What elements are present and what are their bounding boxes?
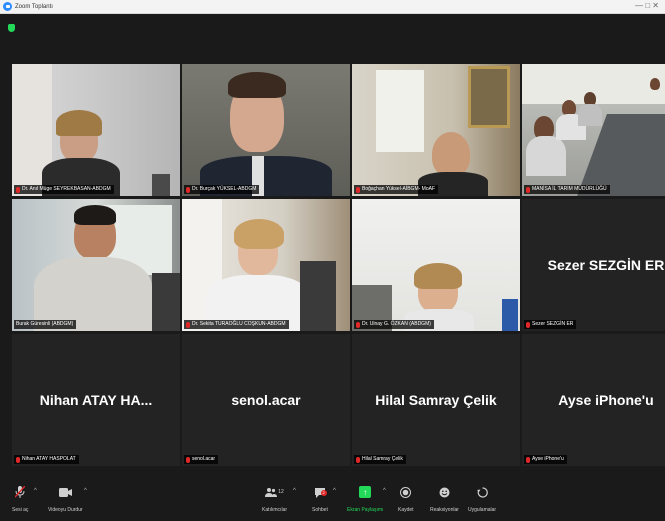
mic-muted-icon <box>186 321 190 328</box>
audio-options-caret-icon[interactable]: ^ <box>34 488 37 494</box>
participant-display-name: Sezer SEZGİN ER <box>547 257 665 273</box>
mic-muted-icon <box>356 321 360 328</box>
chat-bubble-icon: 2 <box>313 486 327 498</box>
participants-button[interactable]: 12 Katılımcılar <box>262 486 287 513</box>
participant-name: MANİSA İL TARIM MÜDÜRLÜĞÜ <box>532 186 607 192</box>
zoom-app-icon <box>3 2 12 11</box>
participant-name-tag: Hilal Samray Çelik <box>354 455 406 464</box>
participant-name: Dr. Burçak YÜKSEL-ABDGM <box>192 186 257 192</box>
chat-options-caret-icon[interactable]: ^ <box>333 488 336 494</box>
participant-name: Hilal Samray Çelik <box>362 456 403 462</box>
participant-gallery: Dr. Anıl Müge SEYREKBASAN-ABDGM Dr. Burç… <box>12 64 665 468</box>
participant-name: Burak Güresinli (ABDGM) <box>16 321 74 327</box>
participant-name: Dr. Sekita TURAOĞLU COŞKUN-ABDGM <box>192 321 286 327</box>
participant-name: Boğaçhan Yüksel-AİBGM- MoAF <box>362 186 435 192</box>
participant-name-tag: Dr. Ulnay G. ÖZKAN (ABDGM) <box>354 320 434 329</box>
apps-icon <box>475 486 489 498</box>
share-screen-icon-wrap: ↑ <box>358 486 372 498</box>
participant-tile[interactable]: Ayse iPhone'u Ayse iPhone'u <box>522 334 665 466</box>
record-button[interactable]: Kaydet <box>398 486 414 513</box>
share-screen-icon: ↑ <box>359 486 372 498</box>
participant-name-tag: Boğaçhan Yüksel-AİBGM- MoAF <box>354 185 438 194</box>
participant-name: Sezer SEZGİN ER <box>532 321 574 327</box>
mic-muted-icon <box>526 186 530 193</box>
share-screen-button[interactable]: ↑ Ekran Paylaşımı <box>347 486 383 513</box>
participant-tile[interactable]: Dr. Ulnay G. ÖZKAN (ABDGM) <box>352 199 520 331</box>
mic-muted-icon <box>526 456 530 463</box>
apps-label: Uygulamalar <box>468 507 497 513</box>
chat-unread-badge: 2 <box>320 490 327 496</box>
unmute-button[interactable]: Sesi aç <box>12 486 28 513</box>
apps-button[interactable]: Uygulamalar <box>468 486 496 513</box>
window-controls[interactable]: — □ ✕ <box>635 1 659 11</box>
participant-tile[interactable]: MANİSA İL TARIM MÜDÜRLÜĞÜ <box>522 64 665 196</box>
meeting-topbar <box>0 14 665 64</box>
participant-tile[interactable]: Dr. Sekita TURAOĞLU COŞKUN-ABDGM <box>182 199 350 331</box>
stop-video-button[interactable]: Videoyu Durdur <box>48 486 83 513</box>
participants-count: 12 <box>278 489 284 495</box>
participant-tile[interactable]: senol.acar senol.acar <box>182 334 350 466</box>
participant-name-tag: Dr. Sekita TURAOĞLU COŞKUN-ABDGM <box>184 320 289 329</box>
participant-name: Nihan ATAY HASPOLAT <box>22 456 76 462</box>
mic-muted-icon <box>16 456 20 463</box>
video-options-caret-icon[interactable]: ^ <box>84 488 87 494</box>
participant-display-name: Nihan ATAY HA... <box>39 392 153 408</box>
participant-name-tag: senol.acar <box>184 455 219 464</box>
participant-display-name: senol.acar <box>231 392 301 408</box>
participant-name: Ayse iPhone'u <box>532 456 564 462</box>
mic-muted-icon <box>356 186 360 193</box>
participant-name-tag: Burak Güresinli (ABDGM) <box>14 320 77 329</box>
participant-name: Dr. Anıl Müge SEYREKBASAN-ABDGM <box>22 186 111 192</box>
participants-label: Katılımcılar <box>262 507 288 513</box>
video-camera-icon <box>58 486 72 498</box>
window-title: Zoom Toplantı <box>15 3 53 10</box>
participants-icon: 12 <box>264 486 286 498</box>
meeting-toolbar: Sesi aç ^ Videoyu Durdur ^ 12 Katılımcıl… <box>0 480 665 521</box>
unmute-label: Sesi aç <box>12 507 29 513</box>
participant-tile[interactable]: Sezer SEZGİN ER Sezer SEZGİN ER <box>522 199 665 331</box>
participant-display-name: Ayse iPhone'u <box>558 392 654 408</box>
mic-muted-icon <box>13 486 27 498</box>
participant-tile[interactable]: Nihan ATAY HA... Nihan ATAY HASPOLAT <box>12 334 180 466</box>
participant-name-tag: Sezer SEZGİN ER <box>524 320 577 329</box>
record-icon <box>399 486 413 498</box>
chat-label: Sohbet <box>312 507 328 513</box>
participant-display-name: Hilal Samray Çelik <box>375 392 497 408</box>
participant-name-tag: Dr. Burçak YÜKSEL-ABDGM <box>184 185 260 194</box>
participant-name-tag: Nihan ATAY HASPOLAT <box>14 455 79 464</box>
share-options-caret-icon[interactable]: ^ <box>383 488 386 494</box>
chat-button[interactable]: 2 Sohbet <box>312 486 328 513</box>
participant-tile[interactable]: Burak Güresinli (ABDGM) <box>12 199 180 331</box>
record-label: Kaydet <box>398 507 414 513</box>
participant-tile[interactable]: Dr. Anıl Müge SEYREKBASAN-ABDGM <box>12 64 180 196</box>
participant-name-tag: Dr. Anıl Müge SEYREKBASAN-ABDGM <box>14 185 114 194</box>
reactions-smiley-icon <box>437 486 451 498</box>
participant-name-tag: MANİSA İL TARIM MÜDÜRLÜĞÜ <box>524 185 610 194</box>
reactions-label: Reaksiyonlar <box>430 507 459 513</box>
share-screen-label: Ekran Paylaşımı <box>347 507 384 513</box>
participant-name: senol.acar <box>192 456 216 462</box>
mic-muted-icon <box>526 321 530 328</box>
mic-muted-icon <box>356 456 360 463</box>
mic-muted-icon <box>186 456 190 463</box>
participant-tile[interactable]: Dr. Burçak YÜKSEL-ABDGM <box>182 64 350 196</box>
window-titlebar: Zoom Toplantı — □ ✕ <box>0 0 665 14</box>
mic-muted-icon <box>16 186 20 193</box>
participant-name: Dr. Ulnay G. ÖZKAN (ABDGM) <box>362 321 431 327</box>
participant-name-tag: Ayse iPhone'u <box>524 455 567 464</box>
mic-muted-icon <box>186 186 190 193</box>
participant-tile[interactable]: Boğaçhan Yüksel-AİBGM- MoAF <box>352 64 520 196</box>
participant-tile[interactable]: Hilal Samray Çelik Hilal Samray Çelik <box>352 334 520 466</box>
reactions-button[interactable]: Reaksiyonlar <box>430 486 459 513</box>
participants-options-caret-icon[interactable]: ^ <box>293 488 296 494</box>
security-shield-icon[interactable] <box>8 24 15 32</box>
stop-video-label: Videoyu Durdur <box>48 507 83 513</box>
